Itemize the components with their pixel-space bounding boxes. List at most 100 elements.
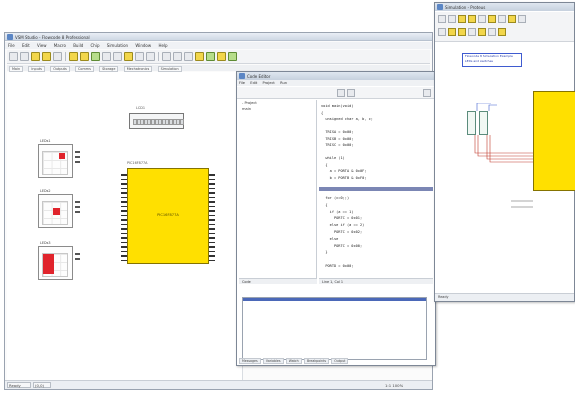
menu-edit[interactable]: Edit (22, 43, 30, 48)
code-menu-project[interactable]: Project (263, 81, 275, 85)
menu-macro[interactable]: Macro (54, 43, 66, 48)
mcu-pin-right (209, 201, 215, 203)
loop-tool-icon[interactable] (102, 52, 111, 61)
led-lit (59, 153, 65, 159)
component-tool-icon[interactable] (135, 52, 144, 61)
mcu-chip[interactable]: PIC16F877A (127, 168, 209, 264)
tree-footer: Code (239, 278, 317, 284)
build-button[interactable] (337, 89, 345, 97)
tab-output[interactable]: Output (331, 358, 349, 364)
tab-watch[interactable]: Watch (285, 358, 302, 364)
pin (75, 206, 80, 208)
input-tool-icon[interactable] (69, 52, 78, 61)
lcd-display[interactable] (129, 113, 184, 129)
sim-tool-button[interactable] (498, 15, 506, 23)
menu-chip[interactable]: Chip (91, 43, 100, 48)
mcu-pin-right (209, 214, 215, 216)
chip-tool-icon[interactable] (195, 52, 204, 61)
menu-help[interactable]: Help (158, 43, 167, 48)
tab-breakpoints[interactable]: Breakpoints (304, 358, 329, 364)
mcu-pin-right (209, 237, 215, 239)
pause-button[interactable] (173, 52, 182, 61)
sim-tool-button[interactable] (468, 28, 476, 36)
code-line: { (321, 162, 328, 167)
sim-tool-button[interactable] (518, 15, 526, 23)
new-file-button[interactable] (9, 52, 18, 61)
main-window-title: VSM Studio - Flowcode 8 Professional (15, 35, 90, 40)
code-menu-file[interactable]: File (239, 81, 245, 85)
sim-window-title: Simulation - Proteus (445, 5, 486, 10)
mcu-pin-right (209, 255, 215, 257)
led-array-3[interactable] (38, 246, 80, 280)
sim-titlebar: Simulation - Proteus (435, 3, 574, 11)
sim-tool-button[interactable] (468, 15, 476, 23)
macro-tool-icon[interactable] (124, 52, 133, 61)
code-line: TRISA = 0x00; (321, 130, 354, 134)
sim-tool-button[interactable] (438, 28, 446, 36)
sim-mcu-chip[interactable] (533, 91, 575, 191)
toolbar-separator (158, 52, 159, 61)
lightbulb-tool-icon[interactable] (31, 52, 40, 61)
sim-tool-button[interactable] (438, 15, 446, 23)
code-app-icon (239, 73, 245, 79)
mcu-pin-left (121, 187, 127, 189)
sim-app-icon (437, 4, 443, 10)
stop-button[interactable] (184, 52, 193, 61)
output-tool-icon[interactable] (80, 52, 89, 61)
code-menu-edit[interactable]: Edit (250, 81, 257, 85)
editor-splitter[interactable] (319, 187, 433, 191)
switch-tool-icon[interactable] (217, 52, 226, 61)
calculation-tool-icon[interactable] (146, 52, 155, 61)
sim-tool-button[interactable] (458, 15, 466, 23)
mcu-pin-left (121, 219, 127, 221)
tree-item-main[interactable]: main (239, 106, 316, 112)
code-line: PORTD = 0x00; (321, 264, 354, 268)
sim-tool-button[interactable] (458, 28, 466, 36)
pin (75, 258, 80, 260)
pin (75, 156, 80, 158)
mcu-pin-right (209, 196, 215, 198)
tab-variables[interactable]: Variables (262, 358, 284, 364)
output-panel[interactable] (242, 297, 427, 360)
flowchart-tool-icon[interactable] (42, 52, 51, 61)
save-button[interactable] (53, 52, 62, 61)
pin (75, 151, 80, 153)
code-line: TRISC = 0x00; (321, 143, 354, 147)
led-array-1[interactable] (38, 144, 80, 178)
menu-file[interactable]: File (8, 43, 15, 48)
code-line: PORTC = 0x02; (321, 230, 363, 234)
code-menu-run[interactable]: Run (280, 81, 287, 85)
mcu-pin-left (121, 196, 127, 198)
chevron-down-icon[interactable] (347, 89, 355, 97)
mcu-pin-right (209, 174, 215, 176)
sim-tool-button[interactable] (478, 28, 486, 36)
menu-build[interactable]: Build (73, 43, 83, 48)
project-tree[interactable]: - Project main (239, 100, 317, 278)
close-icon[interactable] (423, 89, 431, 97)
open-file-button[interactable] (20, 52, 29, 61)
sim-tool-button[interactable] (488, 15, 496, 23)
simulation-window: Simulation - Proteus Flowcode 8 Simulati… (434, 2, 575, 302)
compile-tool-icon[interactable] (228, 52, 237, 61)
led-tool-icon[interactable] (206, 52, 215, 61)
tab-messages[interactable]: Messages (239, 358, 261, 364)
code-line: PORTC = 0x01; (321, 216, 363, 221)
menu-simulation[interactable]: Simulation (107, 43, 128, 48)
sim-tool-button[interactable] (498, 28, 506, 36)
code-editor[interactable]: void main(void){ unsigned char a, b, c; … (319, 100, 433, 278)
sim-tool-button[interactable] (488, 28, 496, 36)
decision-tool-icon[interactable] (91, 52, 100, 61)
sim-tool-button[interactable] (448, 28, 456, 36)
sim-tool-button[interactable] (478, 15, 486, 23)
mcu-pin-left (121, 259, 127, 261)
sim-tool-button[interactable] (448, 15, 456, 23)
main-statusbar: Ready (0,0) 1:1 100% (5, 380, 432, 389)
run-button[interactable] (162, 52, 171, 61)
mcu-pin-right (209, 205, 215, 207)
sim-tool-button[interactable] (508, 15, 516, 23)
led-array-2[interactable] (38, 194, 80, 228)
component-label: LEDs2 (40, 189, 51, 193)
menu-view[interactable]: View (37, 43, 47, 48)
menu-window[interactable]: Window (135, 43, 151, 48)
delay-tool-icon[interactable] (113, 52, 122, 61)
